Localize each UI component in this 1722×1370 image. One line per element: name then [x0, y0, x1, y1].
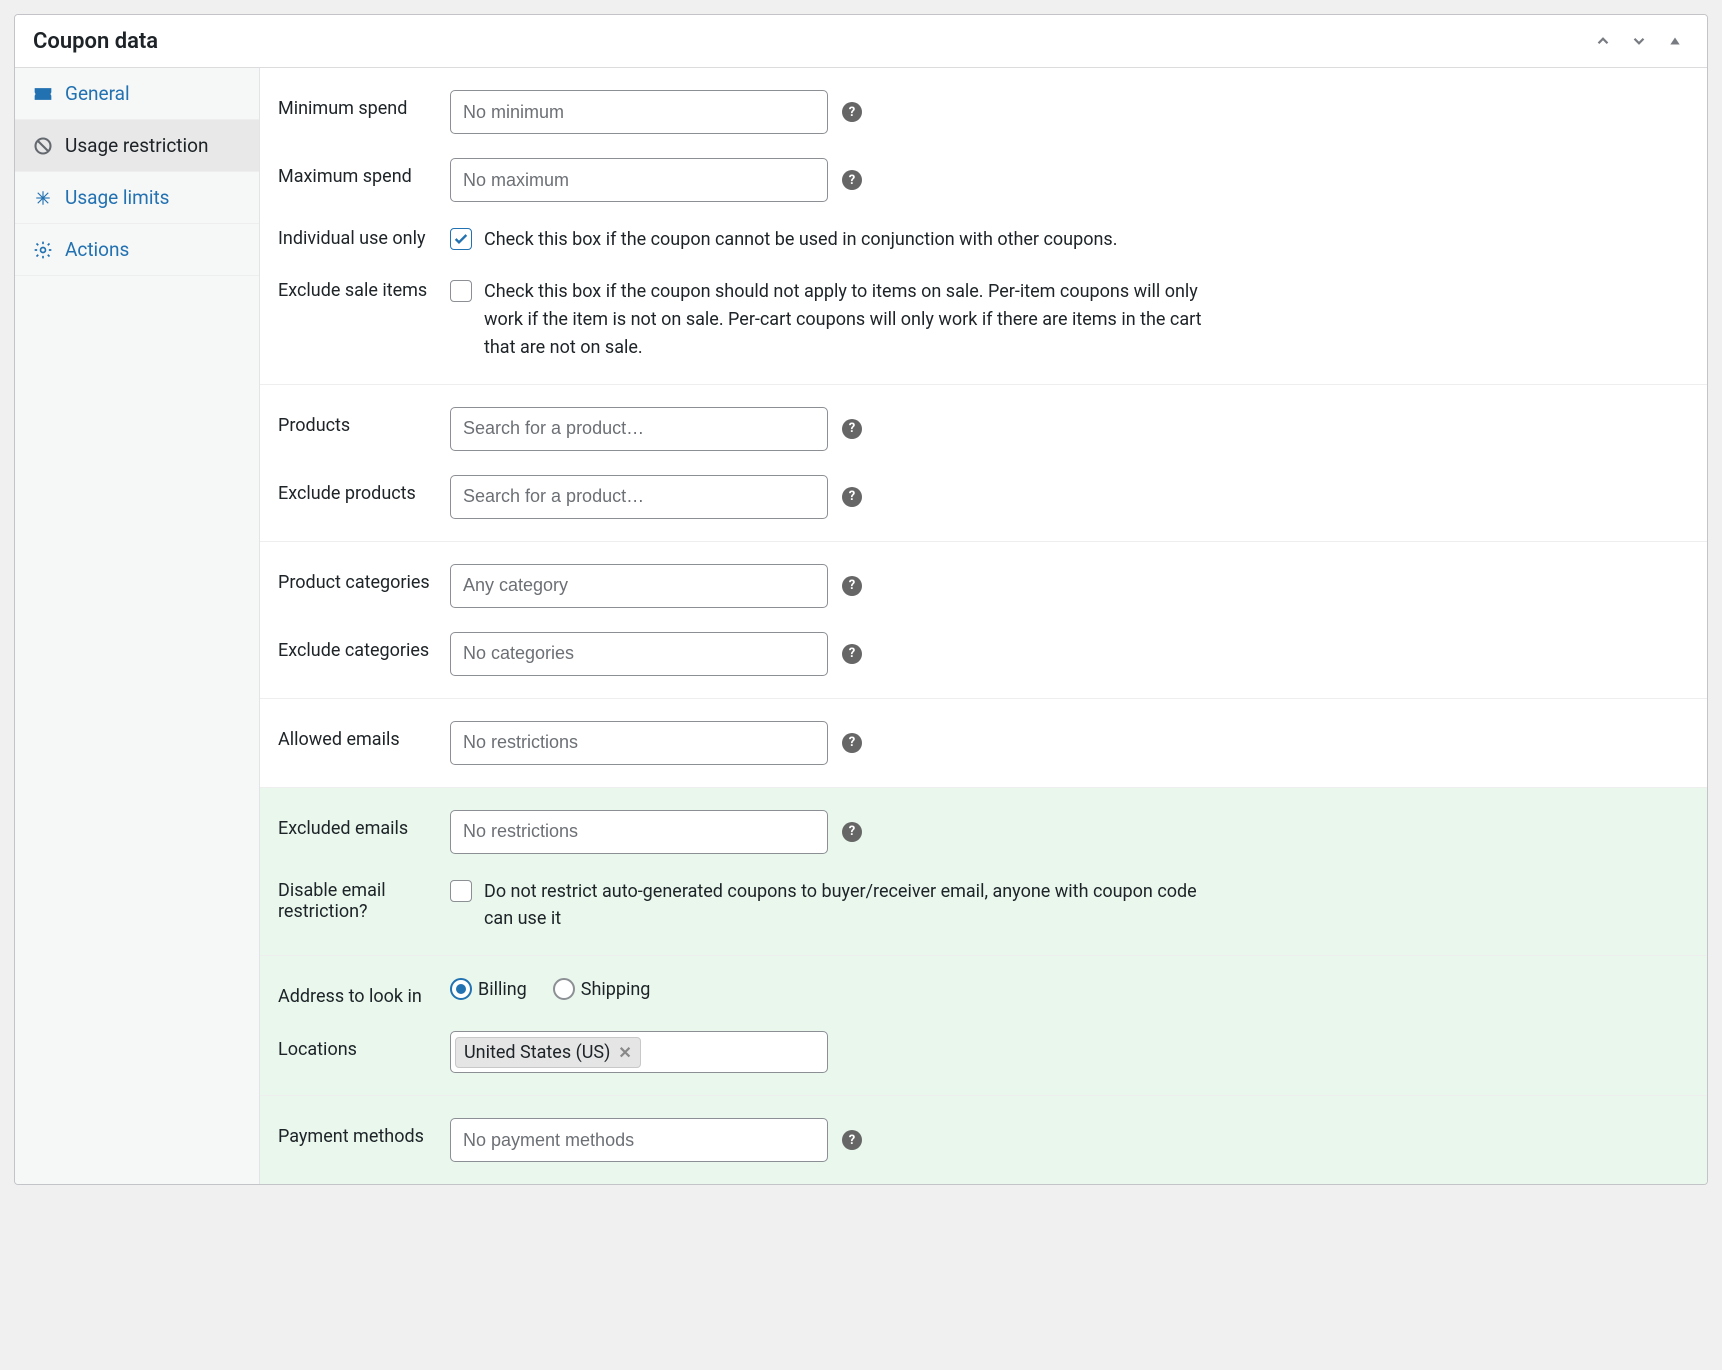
excluded-emails-input[interactable]: [450, 810, 828, 854]
help-icon[interactable]: ?: [842, 170, 862, 190]
section-allowed-emails: Allowed emails ?: [260, 699, 1707, 788]
disable-email-restriction-checkbox[interactable]: [450, 880, 472, 902]
exclude-products-label: Exclude products: [278, 475, 450, 504]
locations-label: Locations: [278, 1031, 450, 1060]
locations-input[interactable]: United States (US) ✕: [450, 1031, 828, 1073]
help-icon[interactable]: ?: [842, 733, 862, 753]
maximum-spend-label: Maximum spend: [278, 158, 450, 187]
minimum-spend-label: Minimum spend: [278, 90, 450, 119]
tab-actions[interactable]: Actions: [15, 224, 259, 276]
exclude-sale-items-label: Exclude sale items: [278, 278, 450, 301]
allowed-emails-label: Allowed emails: [278, 721, 450, 750]
radio-label: Billing: [478, 979, 527, 1000]
ticket-icon: [33, 84, 53, 104]
ban-icon: [33, 136, 53, 156]
excluded-emails-label: Excluded emails: [278, 810, 450, 839]
individual-use-desc: Check this box if the coupon cannot be u…: [484, 226, 1117, 254]
tab-usage-restriction[interactable]: Usage restriction: [15, 120, 259, 172]
coupon-data-panel: Coupon data General: [14, 14, 1708, 1185]
exclude-sale-items-desc: Check this box if the coupon should not …: [484, 278, 1224, 362]
section-products: Products ? Exclude products ?: [260, 385, 1707, 542]
address-radio-group: Billing Shipping: [450, 978, 650, 1000]
panel-collapse-icon[interactable]: [1661, 27, 1689, 55]
address-to-look-in-label: Address to look in: [278, 978, 450, 1007]
exclude-sale-items-checkbox[interactable]: [450, 280, 472, 302]
tab-label: Usage limits: [65, 186, 169, 209]
section-address-locations: Address to look in Billing Shipping: [260, 956, 1707, 1096]
help-icon[interactable]: ?: [842, 644, 862, 664]
disable-email-restriction-label: Disable email restriction?: [278, 878, 450, 922]
panel-title: Coupon data: [33, 29, 158, 54]
location-tag: United States (US) ✕: [455, 1037, 641, 1068]
panel-body: General Usage restriction Usage limits A…: [15, 68, 1707, 1184]
products-input[interactable]: [450, 407, 828, 451]
exclude-categories-input[interactable]: [450, 632, 828, 676]
help-icon[interactable]: ?: [842, 419, 862, 439]
asterisk-icon: [33, 188, 53, 208]
tag-text: United States (US): [464, 1042, 610, 1063]
address-radio-billing[interactable]: Billing: [450, 978, 527, 1000]
panel-move-up-icon[interactable]: [1589, 27, 1617, 55]
radio-icon: [553, 978, 575, 1000]
tabs-sidebar: General Usage restriction Usage limits A…: [15, 68, 260, 1184]
individual-use-label: Individual use only: [278, 226, 450, 249]
radio-label: Shipping: [581, 979, 651, 1000]
section-payment-methods: Payment methods ?: [260, 1096, 1707, 1184]
exclude-categories-label: Exclude categories: [278, 632, 450, 661]
tab-label: General: [65, 82, 130, 105]
help-icon[interactable]: ?: [842, 102, 862, 122]
section-categories: Product categories ? Exclude categories …: [260, 542, 1707, 699]
product-categories-input[interactable]: [450, 564, 828, 608]
help-icon[interactable]: ?: [842, 487, 862, 507]
content-area: Minimum spend ? Maximum spend ? Individu…: [260, 68, 1707, 1184]
section-excluded-emails: Excluded emails ? Disable email restrict…: [260, 788, 1707, 957]
payment-methods-input[interactable]: [450, 1118, 828, 1162]
section-spend: Minimum spend ? Maximum spend ? Individu…: [260, 68, 1707, 385]
help-icon[interactable]: ?: [842, 576, 862, 596]
help-icon[interactable]: ?: [842, 1130, 862, 1150]
product-categories-label: Product categories: [278, 564, 450, 593]
individual-use-checkbox[interactable]: [450, 228, 472, 250]
exclude-products-input[interactable]: [450, 475, 828, 519]
tab-general[interactable]: General: [15, 68, 259, 120]
products-label: Products: [278, 407, 450, 436]
disable-email-restriction-desc: Do not restrict auto-generated coupons t…: [484, 878, 1224, 934]
help-icon[interactable]: ?: [842, 822, 862, 842]
panel-toggles: [1589, 27, 1689, 55]
panel-header: Coupon data: [15, 15, 1707, 68]
close-icon[interactable]: ✕: [618, 1043, 631, 1062]
tab-usage-limits[interactable]: Usage limits: [15, 172, 259, 224]
radio-icon: [450, 978, 472, 1000]
payment-methods-label: Payment methods: [278, 1118, 450, 1147]
panel-move-down-icon[interactable]: [1625, 27, 1653, 55]
minimum-spend-input[interactable]: [450, 90, 828, 134]
allowed-emails-input[interactable]: [450, 721, 828, 765]
tab-label: Actions: [65, 238, 129, 261]
address-radio-shipping[interactable]: Shipping: [553, 978, 651, 1000]
gear-icon: [33, 240, 53, 260]
tab-label: Usage restriction: [65, 134, 208, 157]
maximum-spend-input[interactable]: [450, 158, 828, 202]
